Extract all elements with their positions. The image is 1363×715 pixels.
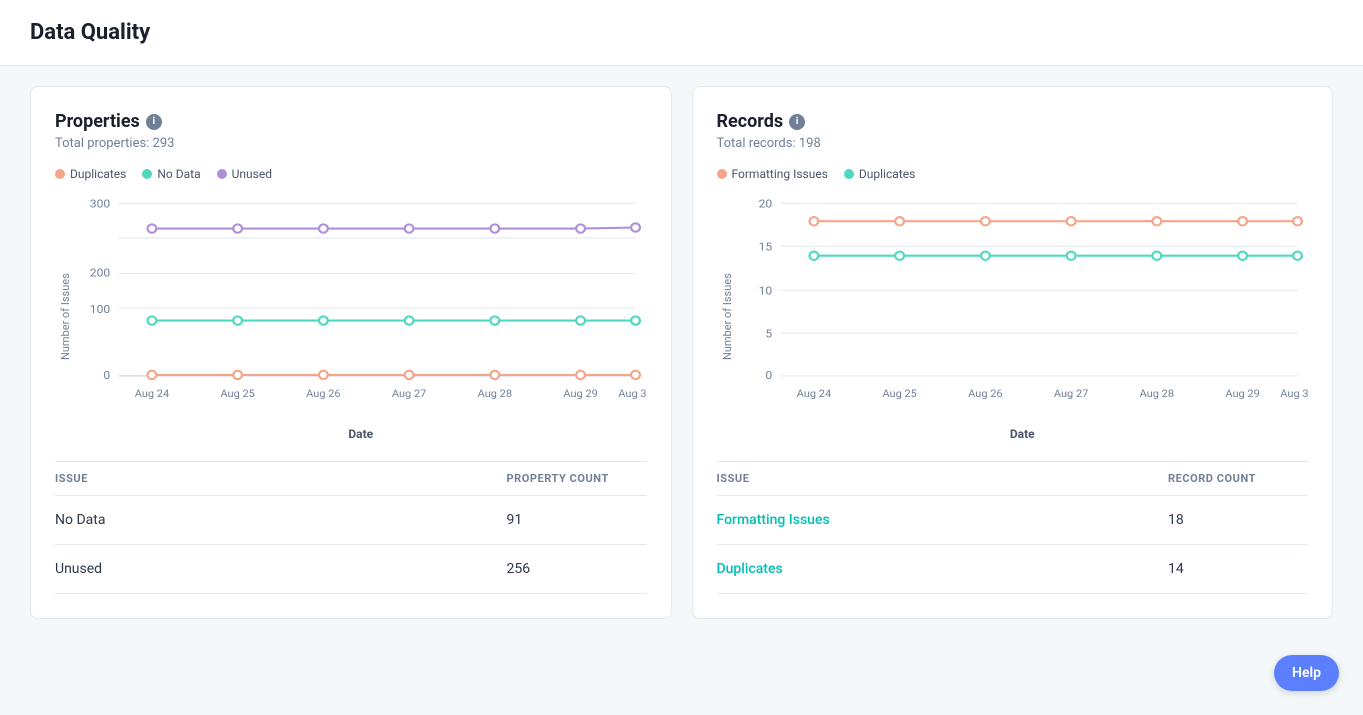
properties-subtitle: Total properties: 293 — [55, 136, 647, 151]
legend-dot-unused — [217, 169, 227, 179]
svg-text:Aug 26: Aug 26 — [968, 387, 1002, 400]
svg-text:Aug 26: Aug 26 — [306, 387, 340, 400]
records-info-icon[interactable]: i — [789, 114, 805, 130]
svg-text:Aug 30: Aug 30 — [1280, 387, 1308, 400]
table-row: Unused 256 — [55, 545, 647, 594]
svg-text:Aug 30: Aug 30 — [618, 387, 646, 400]
legend-duplicates-records: Duplicates — [844, 167, 915, 181]
svg-text:15: 15 — [758, 240, 772, 254]
properties-row1-count: 91 — [507, 512, 647, 528]
svg-text:Aug 24: Aug 24 — [135, 387, 169, 400]
legend-label-unused: Unused — [232, 167, 272, 181]
properties-col2-header: PROPERTY COUNT — [507, 472, 647, 485]
records-card: Records i Total records: 198 Formatting … — [692, 86, 1334, 619]
svg-text:20: 20 — [758, 197, 772, 211]
svg-text:Aug 29: Aug 29 — [1225, 387, 1259, 400]
svg-text:Aug 28: Aug 28 — [1139, 387, 1173, 400]
legend-label-formatting: Formatting Issues — [732, 167, 828, 181]
svg-text:Aug 27: Aug 27 — [1053, 387, 1087, 400]
svg-text:10: 10 — [758, 284, 772, 298]
legend-formatting: Formatting Issues — [717, 167, 828, 181]
properties-chart: Number of Issues 300 200 — [55, 193, 647, 441]
records-chart: Number of Issues 20 — [717, 193, 1309, 441]
svg-text:0: 0 — [103, 368, 110, 382]
legend-label-duplicates-records: Duplicates — [859, 167, 915, 181]
legend-no-data: No Data — [142, 167, 200, 181]
legend-label-no-data: No Data — [157, 167, 200, 181]
svg-text:100: 100 — [90, 303, 110, 317]
records-x-axis-label: Date — [737, 427, 1309, 441]
svg-text:Aug 29: Aug 29 — [563, 387, 597, 400]
properties-row2-issue: Unused — [55, 561, 507, 577]
svg-text:Aug 24: Aug 24 — [796, 387, 830, 400]
records-table: ISSUE RECORD COUNT Formatting Issues 18 … — [717, 461, 1309, 594]
properties-legend: Duplicates No Data Unused — [55, 167, 647, 181]
properties-info-icon[interactable]: i — [146, 114, 162, 130]
table-row: Duplicates 14 — [717, 545, 1309, 594]
svg-text:5: 5 — [765, 327, 772, 341]
legend-label-duplicates: Duplicates — [70, 167, 126, 181]
table-row: Formatting Issues 18 — [717, 496, 1309, 545]
svg-text:Aug 27: Aug 27 — [392, 387, 426, 400]
records-row2-issue[interactable]: Duplicates — [717, 561, 1169, 577]
svg-text:Aug 25: Aug 25 — [882, 387, 916, 400]
records-y-axis-label: Number of Issues — [717, 193, 737, 441]
records-col1-header: ISSUE — [717, 472, 1169, 485]
properties-col1-header: ISSUE — [55, 472, 507, 485]
page-header: Data Quality — [0, 0, 1363, 66]
table-row: No Data 91 — [55, 496, 647, 545]
records-legend: Formatting Issues Duplicates — [717, 167, 1309, 181]
records-col2-header: RECORD COUNT — [1168, 472, 1308, 485]
svg-text:200: 200 — [90, 266, 110, 280]
properties-x-axis-label: Date — [75, 427, 647, 441]
properties-table: ISSUE PROPERTY COUNT No Data 91 Unused 2… — [55, 461, 647, 594]
records-row1-count: 18 — [1168, 512, 1308, 528]
properties-row1-issue: No Data — [55, 512, 507, 528]
legend-dot-formatting — [717, 169, 727, 179]
svg-text:Aug 28: Aug 28 — [478, 387, 512, 400]
svg-text:0: 0 — [765, 368, 772, 382]
records-row2-count: 14 — [1168, 561, 1308, 577]
legend-dot-duplicates — [55, 169, 65, 179]
properties-title: Properties — [55, 111, 140, 132]
svg-text:300: 300 — [90, 197, 110, 211]
legend-unused: Unused — [217, 167, 272, 181]
records-table-header: ISSUE RECORD COUNT — [717, 462, 1309, 496]
legend-duplicates: Duplicates — [55, 167, 126, 181]
page-title: Data Quality — [30, 20, 1333, 45]
properties-y-axis-label: Number of Issues — [55, 193, 75, 441]
svg-text:Aug 25: Aug 25 — [220, 387, 254, 400]
properties-table-header: ISSUE PROPERTY COUNT — [55, 462, 647, 496]
properties-row2-count: 256 — [507, 561, 647, 577]
legend-dot-no-data — [142, 169, 152, 179]
legend-dot-duplicates-records — [844, 169, 854, 179]
records-subtitle: Total records: 198 — [717, 136, 1309, 151]
records-title: Records — [717, 111, 784, 132]
help-button[interactable]: Help — [1274, 655, 1339, 691]
properties-card: Properties i Total properties: 293 Dupli… — [30, 86, 672, 619]
records-row1-issue[interactable]: Formatting Issues — [717, 512, 1169, 528]
